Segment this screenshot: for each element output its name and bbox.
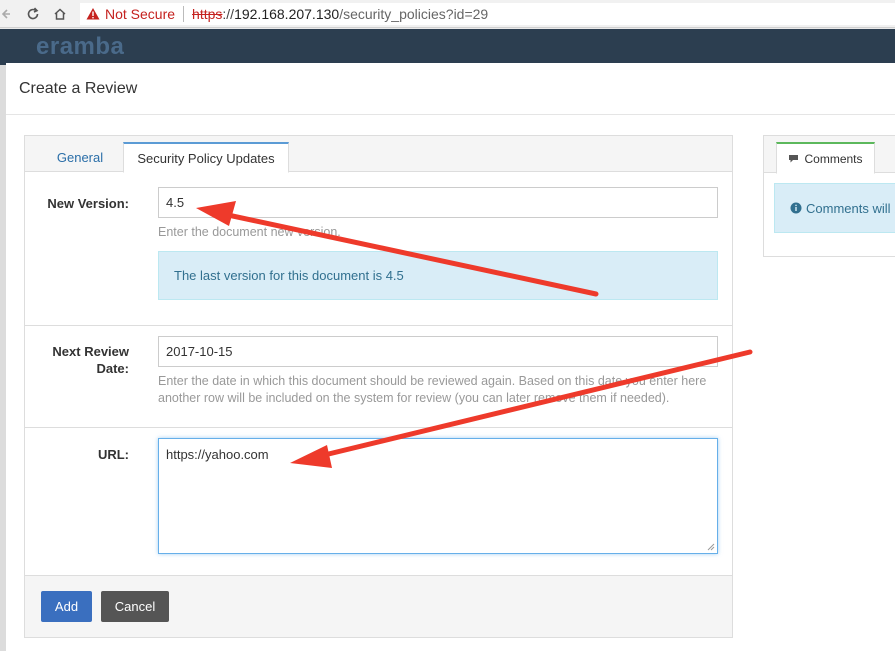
resize-handle-icon[interactable] xyxy=(707,543,715,551)
next-review-date-help: Enter the date in which this document sh… xyxy=(158,374,707,405)
warning-icon xyxy=(86,8,100,20)
comments-tab-label: Comments xyxy=(804,151,863,166)
comments-info: Comments will b xyxy=(774,183,895,233)
cancel-button[interactable]: Cancel xyxy=(101,591,169,622)
back-arrow-icon[interactable] xyxy=(0,0,14,28)
browser-toolbar: Not Secure https :// 192.168.207.130 /se… xyxy=(0,0,895,28)
next-review-date-label: Next Review Date: xyxy=(52,343,129,377)
add-button[interactable]: Add xyxy=(41,591,92,622)
form-footer: Add Cancel xyxy=(25,575,732,637)
address-bar[interactable]: Not Secure https :// 192.168.207.130 /se… xyxy=(80,3,895,25)
url-path: /security_policies?id=29 xyxy=(339,6,489,22)
tab-security-policy-updates[interactable]: Security Policy Updates xyxy=(123,142,289,173)
comments-info-text: Comments will b xyxy=(806,200,895,216)
review-form-panel: General Security Policy Updates New Vers… xyxy=(24,135,733,638)
home-icon[interactable] xyxy=(47,0,73,28)
not-secure-label: Not Secure xyxy=(105,6,176,22)
next-review-date-label-line2: Date: xyxy=(96,361,129,376)
next-review-date-label-line1: Next Review xyxy=(52,344,129,359)
url-protocol-separator: :// xyxy=(222,6,235,22)
info-icon xyxy=(790,202,802,214)
comments-tabs: Comments xyxy=(764,136,895,174)
app-logo: eramba xyxy=(36,33,125,60)
url-textarea[interactable]: https://yahoo.com xyxy=(158,438,718,554)
address-separator xyxy=(183,6,185,22)
create-review-modal: Create a Review General Security Policy … xyxy=(6,63,895,651)
last-version-info: The last version for this document is 4.… xyxy=(158,251,718,300)
modal-title: Create a Review xyxy=(6,63,895,115)
url-row: URL: https://yahoo.com xyxy=(25,428,732,575)
url-label: URL: xyxy=(97,447,129,462)
reload-icon[interactable] xyxy=(20,0,46,28)
app-header: eramba xyxy=(0,29,895,65)
next-review-date-input[interactable]: 2017-10-15 xyxy=(158,336,718,367)
form-tabs: General Security Policy Updates xyxy=(25,136,732,173)
comments-icon xyxy=(789,154,799,162)
new-version-input[interactable]: 4.5 xyxy=(158,187,718,218)
url-value: https://yahoo.com xyxy=(166,447,269,462)
next-review-date-row: Next Review Date: 2017-10-15 Enter the d… xyxy=(25,326,732,428)
tab-comments[interactable]: Comments xyxy=(776,142,875,174)
new-version-row: New Version: 4.5 Enter the document new … xyxy=(25,172,732,326)
url-protocol: https xyxy=(192,6,223,22)
comments-panel: Comments Comments will b xyxy=(763,135,895,257)
new-version-label: New Version: xyxy=(47,196,129,211)
new-version-help: Enter the document new version. xyxy=(158,225,341,239)
url-host: 192.168.207.130 xyxy=(234,6,340,22)
tab-general[interactable]: General xyxy=(43,142,117,173)
